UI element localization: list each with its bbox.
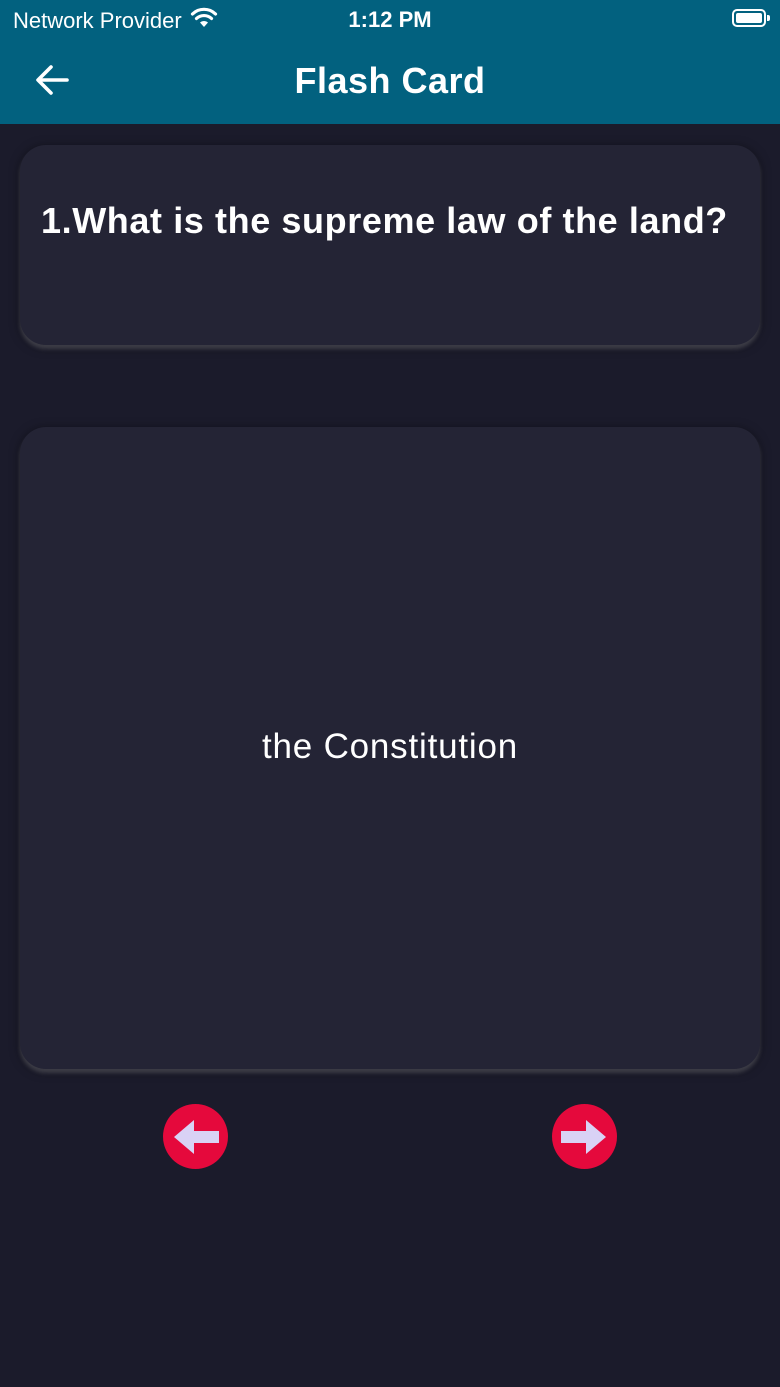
top-bar: Network Provider 1:12 PM Flash Card — [0, 0, 780, 124]
status-bar: Network Provider 1:12 PM — [0, 0, 780, 40]
answer-card[interactable]: the Constitution — [20, 427, 760, 1069]
previous-card-button[interactable] — [163, 1104, 228, 1169]
answer-text: the Constitution — [261, 727, 518, 766]
nav-bar: Flash Card — [0, 40, 780, 124]
page-title: Flash Card — [294, 60, 486, 101]
question-text: 1.What is the supreme law of the land? — [41, 200, 728, 241]
next-card-button[interactable] — [552, 1104, 617, 1169]
question-card: 1.What is the supreme law of the land? — [20, 145, 760, 345]
battery-icon — [732, 9, 770, 27]
status-time: 1:12 PM — [348, 7, 432, 32]
